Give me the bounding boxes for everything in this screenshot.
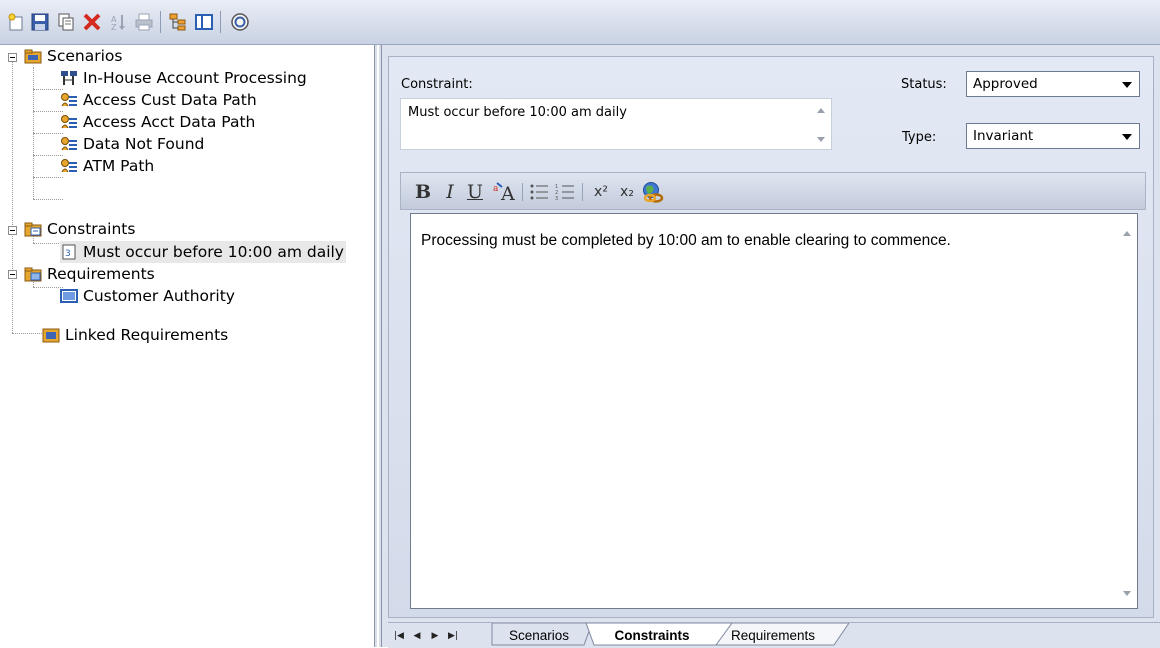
basic-path-icon (60, 70, 78, 86)
chevron-down-icon (1122, 134, 1132, 140)
tree-node-scenario[interactable]: ATM Path (60, 155, 154, 177)
alternate-path-icon (60, 114, 78, 130)
tree-node-scenario[interactable]: Data Not Found (60, 133, 204, 155)
alternate-path-icon (60, 92, 78, 108)
chevron-down-icon (1122, 82, 1132, 88)
constraints-folder-icon (24, 221, 42, 237)
font-color-icon[interactable]: Aa (491, 179, 519, 205)
tab-constraints[interactable]: Constraints (594, 624, 710, 646)
superscript-button[interactable]: x² (590, 179, 612, 205)
alternate-path-icon (60, 136, 78, 152)
constraint-item-icon: 3 (60, 244, 78, 260)
status-dropdown[interactable]: Approved (966, 71, 1140, 97)
element-tree: Scenarios In-House Account Processing Ac… (0, 45, 374, 365)
tab-scenarios[interactable]: Scenarios (496, 624, 582, 646)
bottom-tab-strip: |◀ ◀ ▶ ▶| Scenarios Constraints Requirem… (388, 622, 1160, 648)
tree-node-label: ATM Path (83, 157, 155, 175)
sort-icon[interactable]: AZ (106, 10, 130, 34)
next-tab-icon[interactable]: ▶ (428, 628, 442, 644)
constraint-field[interactable]: Must occur before 10:00 am daily (400, 98, 832, 150)
alternate-path-icon (60, 158, 78, 174)
status-label: Status: (901, 77, 947, 92)
svg-text:3: 3 (555, 196, 558, 201)
print-icon[interactable] (132, 10, 156, 34)
tree-node-scenario[interactable]: Access Acct Data Path (60, 111, 255, 133)
tree-node-label: Constraints (47, 220, 136, 238)
svg-text:a: a (493, 184, 499, 194)
bullet-list-icon[interactable] (528, 179, 550, 205)
scroll-down-icon[interactable] (1123, 591, 1131, 596)
tree-view-icon[interactable] (166, 10, 190, 34)
requirement-item-icon (60, 288, 78, 304)
bold-button[interactable]: B (413, 179, 433, 205)
type-dropdown[interactable]: Invariant (966, 123, 1140, 149)
collapse-toggle[interactable] (8, 53, 17, 62)
previous-tab-icon[interactable]: ◀ (410, 628, 424, 644)
tree-node-label: Access Acct Data Path (83, 113, 256, 131)
scroll-up-icon[interactable] (1123, 231, 1131, 236)
hyperlink-icon[interactable] (640, 179, 666, 205)
tree-node-label: Data Not Found (83, 135, 205, 153)
collapse-toggle[interactable] (8, 226, 17, 235)
tree-node-label: In-House Account Processing (83, 69, 307, 87)
toolbar-separator (582, 183, 583, 201)
tree-node-constraints[interactable]: Constraints (24, 218, 135, 240)
tree-node-scenario[interactable]: Access Cust Data Path (60, 89, 257, 111)
tree-node-label: Requirements (47, 265, 155, 283)
scroll-down-icon[interactable] (817, 137, 825, 142)
copy-icon[interactable] (54, 10, 78, 34)
type-label: Type: (902, 130, 937, 145)
first-tab-icon[interactable]: |◀ (392, 628, 406, 644)
tree-node-label: Scenarios (47, 47, 123, 65)
tree-node-requirements[interactable]: Requirements (24, 263, 155, 285)
tree-node-scenarios[interactable]: Scenarios (24, 45, 122, 67)
constraint-label: Constraint: (401, 77, 473, 92)
tree-node-label: Must occur before 10:00 am daily (83, 243, 344, 261)
underline-button[interactable]: U (465, 179, 485, 205)
collapse-toggle[interactable] (8, 270, 17, 279)
element-tree-panel: Scenarios In-House Account Processing Ac… (0, 45, 374, 647)
numbered-list-icon[interactable]: 123 (554, 179, 576, 205)
tree-node-constraint[interactable]: 3 Must occur before 10:00 am daily (60, 241, 346, 263)
toolbar-separator (522, 183, 523, 201)
panel-splitter[interactable] (374, 45, 382, 647)
notes-editor[interactable]: Processing must be completed by 10:00 am… (410, 213, 1138, 609)
layout-icon[interactable] (192, 10, 216, 34)
linked-requirements-icon (42, 327, 60, 343)
tree-node-linked-requirements[interactable]: Linked Requirements (42, 324, 228, 346)
italic-button[interactable]: I (441, 179, 459, 205)
main-toolbar: AZ (0, 0, 1160, 45)
requirements-folder-icon (24, 266, 42, 282)
tree-node-label: Linked Requirements (65, 326, 229, 344)
constraint-text: Must occur before 10:00 am daily (408, 105, 627, 120)
tree-node-label: Customer Authority (83, 287, 235, 305)
delete-icon[interactable] (80, 10, 104, 34)
toolbar-separator (220, 11, 221, 33)
save-icon[interactable] (28, 10, 52, 34)
subscript-button[interactable]: x₂ (616, 179, 638, 205)
tree-node-requirement[interactable]: Customer Authority (60, 285, 235, 307)
new-item-icon[interactable] (4, 10, 28, 34)
status-value: Approved (973, 76, 1038, 92)
scroll-up-icon[interactable] (817, 108, 825, 113)
formatting-toolbar: B I U Aa 123 x² x₂ (400, 172, 1146, 210)
last-tab-icon[interactable]: ▶| (446, 628, 460, 644)
toolbar-separator (160, 11, 161, 33)
tree-node-label: Access Cust Data Path (83, 91, 257, 109)
type-value: Invariant (973, 128, 1034, 144)
svg-text:3: 3 (65, 249, 71, 259)
tree-node-scenario[interactable]: In-House Account Processing (60, 67, 307, 89)
help-icon[interactable] (228, 10, 252, 34)
svg-text:Z: Z (111, 23, 117, 32)
scenarios-folder-icon (24, 48, 42, 64)
notes-text: Processing must be completed by 10:00 am… (421, 232, 951, 249)
tab-requirements[interactable]: Requirements (718, 624, 828, 646)
